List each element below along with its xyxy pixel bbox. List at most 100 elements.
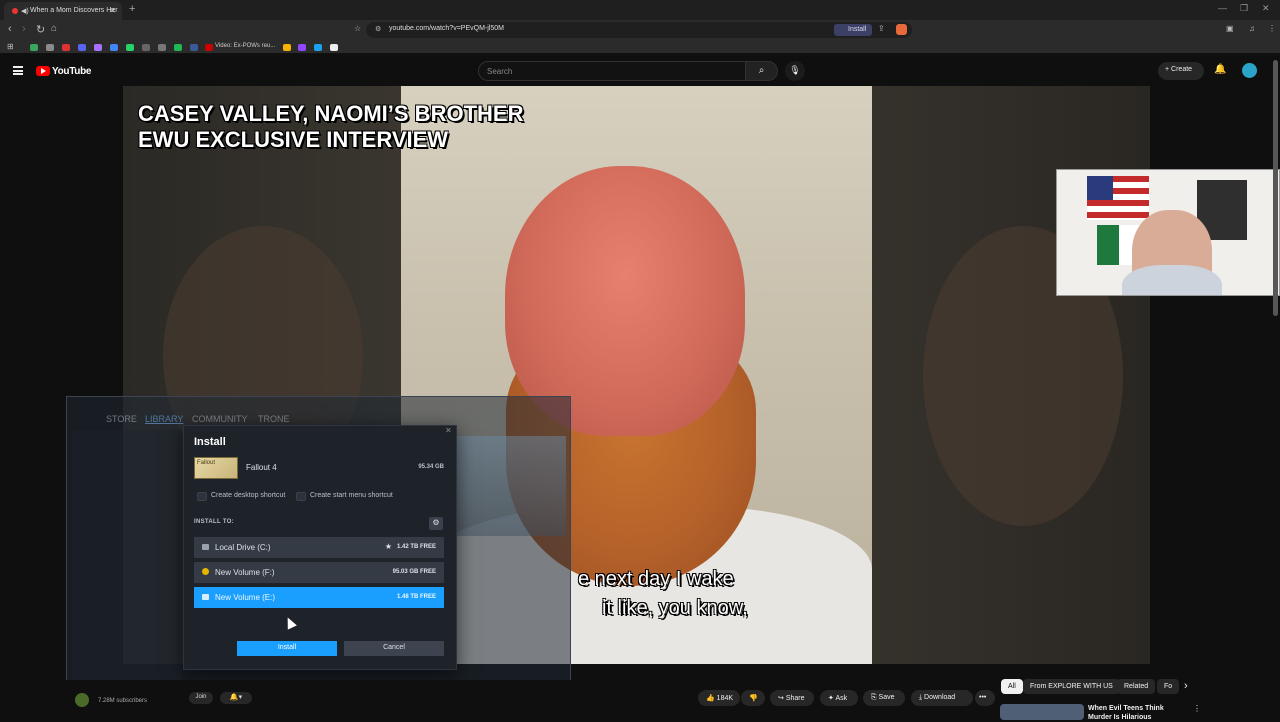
subtitle-line: e next day I wake <box>578 568 734 590</box>
chevron-right-icon[interactable]: › <box>1184 680 1188 692</box>
create-label: Create <box>1171 66 1193 73</box>
chip-all[interactable]: All <box>1001 679 1023 694</box>
startmenu-shortcut-checkbox[interactable] <box>296 492 306 501</box>
bookmark-icon[interactable] <box>205 44 213 51</box>
storage-settings-button[interactable]: ⚙ <box>429 517 443 530</box>
youtube-logo-icon[interactable] <box>36 66 50 76</box>
reload-icon[interactable]: ↻ <box>36 23 45 36</box>
bookmark-icon[interactable] <box>314 44 322 51</box>
bookmark-video-label[interactable]: Video: Ex-POWs reu... <box>215 43 275 49</box>
steam-game-art <box>456 436 566 536</box>
ask-button[interactable]: ✦ Ask <box>820 690 858 706</box>
close-tab-icon[interactable]: ✕ <box>109 6 116 15</box>
install-to-label: INSTALL TO: <box>194 519 234 525</box>
warning-icon <box>202 568 209 575</box>
page-scrollbar[interactable] <box>1273 60 1278 316</box>
recommendation-thumbnail[interactable] <box>1000 704 1084 720</box>
close-window-icon[interactable]: ✕ <box>1262 3 1270 14</box>
bookmark-icon[interactable] <box>110 44 118 51</box>
bookmark-icon[interactable] <box>142 44 150 51</box>
site-info-icon[interactable]: ⚙ <box>375 25 381 33</box>
sidepanel-icon[interactable]: ▣ <box>1226 24 1234 33</box>
browser-tab[interactable]: ◀) When a Mom Discovers Her ✕ <box>4 2 122 20</box>
bookmark-icon[interactable] <box>94 44 102 51</box>
recommendation-menu-icon[interactable]: ⋮ <box>1193 704 1201 713</box>
install-button[interactable]: Install <box>237 641 337 656</box>
desktop-shortcut-checkbox[interactable] <box>197 492 207 501</box>
drive-option-e[interactable]: New Volume (E:) 1.48 TB FREE <box>194 587 444 608</box>
more-actions-button[interactable]: ••• <box>975 690 995 706</box>
bookmark-icon[interactable] <box>158 44 166 51</box>
bookmark-icon[interactable] <box>190 44 198 51</box>
bookmark-icon[interactable] <box>174 44 182 51</box>
install-app-chip[interactable]: Install <box>834 24 872 36</box>
bookmark-icon[interactable] <box>126 44 134 51</box>
desktop-shortcut-label[interactable]: Create desktop shortcut <box>211 492 285 499</box>
bookmark-icon[interactable] <box>298 44 306 51</box>
steam-nav-community[interactable]: COMMUNITY <box>192 414 248 424</box>
download-button[interactable]: ⤓ Download <box>911 690 973 706</box>
bookmark-icon[interactable] <box>62 44 70 51</box>
hamburger-menu-icon[interactable] <box>13 66 23 75</box>
restore-icon[interactable]: ❐ <box>1240 3 1248 14</box>
mic-icon: 🎙 <box>789 65 801 75</box>
forward-icon[interactable]: › <box>22 23 26 35</box>
cancel-button[interactable]: Cancel <box>344 641 444 656</box>
browser-tab-bar <box>0 0 1280 20</box>
new-tab-icon[interactable]: + <box>129 3 135 15</box>
bookmark-icon[interactable] <box>78 44 86 51</box>
game-size: 95.34 GB <box>418 464 444 470</box>
back-icon[interactable]: ‹ <box>8 23 12 35</box>
steam-nav-profile[interactable]: TRONE <box>258 414 290 424</box>
chip-more[interactable]: Fo <box>1157 679 1179 694</box>
chip-from-channel[interactable]: From EXPLORE WITH US <box>1023 679 1120 694</box>
bookmark-icon[interactable] <box>30 44 38 51</box>
game-thumbnail: Fallout <box>194 457 238 479</box>
brave-shield-icon[interactable] <box>896 24 907 35</box>
like-button[interactable]: 👍 184K <box>698 690 740 706</box>
notifications-bell-icon[interactable]: 🔔 <box>1214 64 1226 75</box>
account-avatar[interactable] <box>1242 63 1257 78</box>
steam-library-sidebar <box>72 430 182 680</box>
close-dialog-icon[interactable]: ✕ <box>445 426 452 435</box>
drive-icon <box>202 594 209 600</box>
game-name: Fallout 4 <box>246 463 277 472</box>
subtitle-line: it like, you know, <box>602 597 748 619</box>
voice-search-button[interactable]: 🎙 <box>785 61 805 81</box>
audio-playing-icon[interactable]: ◀) <box>21 7 29 15</box>
menu-icon[interactable]: ⋮ <box>1268 24 1276 33</box>
search-button[interactable]: ⌕ <box>745 61 778 81</box>
home-icon[interactable]: ⌂ <box>51 23 57 34</box>
share-button[interactable]: ↪ Share <box>770 690 814 706</box>
media-control-icon[interactable]: ♫ <box>1249 24 1255 33</box>
share-icon: ↪ <box>778 695 786 702</box>
join-button[interactable]: Join <box>189 692 213 704</box>
steam-nav-library[interactable]: LIBRARY <box>145 414 183 424</box>
subscriber-count: 7.28M subscribers <box>98 698 148 704</box>
chip-related[interactable]: Related <box>1117 679 1156 694</box>
search-input[interactable]: Search <box>478 61 746 81</box>
youtube-logo-text[interactable]: YouTube <box>52 66 92 77</box>
drive-icon <box>202 544 209 550</box>
drive-option-f[interactable]: New Volume (F:) 95.03 GB FREE <box>194 562 444 583</box>
create-button[interactable]: + Create <box>1158 62 1204 80</box>
subscribe-bell-button[interactable]: 🔔▾ <box>220 692 252 704</box>
minimize-icon[interactable]: — <box>1218 3 1227 13</box>
dislike-button[interactable]: 👎 <box>741 690 765 706</box>
us-flag <box>1087 176 1149 220</box>
share-page-icon[interactable]: ⇪ <box>878 24 885 33</box>
apps-grid-icon[interactable]: ⊞ <box>7 42 14 51</box>
startmenu-shortcut-label[interactable]: Create start menu shortcut <box>310 492 393 499</box>
bookmark-icon[interactable] <box>46 44 54 51</box>
video-title-overlay: CASEY VALLEY, NAOMI’S BROTHER EWU EXCLUS… <box>138 101 523 153</box>
drive-option-c[interactable]: Local Drive (C:) ★ 1.42 TB FREE <box>194 537 444 558</box>
steam-nav-store[interactable]: STORE <box>106 414 137 424</box>
thumbs-up-icon: 👍 <box>706 695 717 702</box>
drive-free-space: 1.48 TB FREE <box>396 594 436 600</box>
save-button[interactable]: ⎘ Save <box>863 690 905 706</box>
bookmark-icon[interactable] <box>283 44 291 51</box>
bookmark-star-icon[interactable]: ☆ <box>354 24 361 33</box>
bookmark-icon[interactable] <box>330 44 338 51</box>
channel-avatar[interactable] <box>75 693 89 707</box>
recommendation-title[interactable]: When Evil Teens Think Murder Is Hilariou… <box>1088 704 1188 722</box>
